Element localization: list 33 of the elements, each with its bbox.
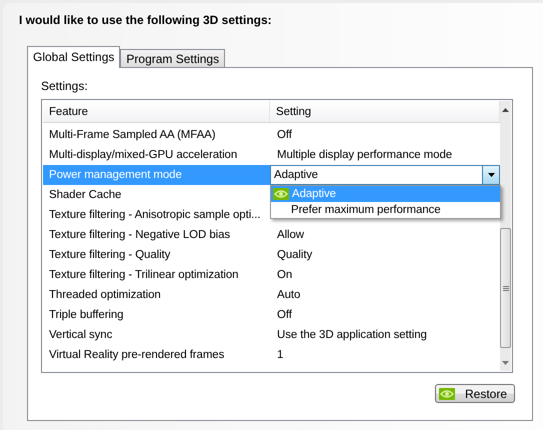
setting-cell-text: Quality bbox=[276, 248, 314, 263]
feature-cell[interactable]: Multi-display/mixed-GPU acceleration bbox=[43, 145, 270, 165]
dropdown-option[interactable]: Prefer maximum performance bbox=[271, 202, 500, 218]
setting-cell-text: Allow bbox=[276, 228, 305, 243]
feature-cell[interactable]: Virtual Reality pre-rendered frames bbox=[43, 345, 270, 365]
feature-cell[interactable]: Vertical sync bbox=[43, 325, 270, 345]
setting-cell-text: 1 bbox=[276, 348, 284, 363]
feature-cell[interactable]: Texture filtering - Trilinear optimization bbox=[43, 265, 270, 285]
feature-cell[interactable]: Texture filtering - Quality bbox=[43, 245, 270, 265]
setting-cell-text: Auto bbox=[276, 288, 302, 303]
caret-icon[interactable] bbox=[488, 173, 494, 177]
feature-cell[interactable]: Texture filtering - Anisotropic sample opti... bbox=[43, 205, 270, 225]
page-heading: I would like to use the following 3D settings: bbox=[19, 13, 273, 27]
setting-cell-text: Off bbox=[276, 308, 293, 323]
setting-cell-text: Use the 3D application setting bbox=[276, 328, 428, 343]
eye-icon bbox=[273, 188, 289, 200]
setting-cell-text: Multiple display performance mode bbox=[276, 148, 454, 163]
restore-button[interactable]: Restore bbox=[435, 384, 515, 403]
scroll-down-icon[interactable] bbox=[502, 360, 509, 364]
feature-cell[interactable]: Threaded optimization bbox=[43, 285, 270, 305]
tab[interactable]: Program Settings bbox=[120, 49, 226, 67]
feature-cell[interactable]: Triple buffering bbox=[43, 305, 270, 325]
setting-cell-text: Off bbox=[276, 128, 293, 143]
feature-cell[interactable]: Texture filtering - Negative LOD bias bbox=[43, 225, 270, 245]
scrollbar[interactable] bbox=[500, 101, 511, 371]
feature-cell[interactable]: Shader Cache bbox=[43, 185, 270, 205]
feature-cell[interactable]: Multi-Frame Sampled AA (MFAA) bbox=[43, 125, 270, 145]
tab[interactable]: Global Settings bbox=[27, 46, 120, 68]
scroll-thumb[interactable] bbox=[500, 228, 511, 348]
setting-cell-text: On bbox=[276, 268, 294, 283]
scroll-up-icon[interactable] bbox=[502, 108, 509, 112]
settings-label: Settings: bbox=[41, 79, 88, 93]
column-header[interactable]: Feature bbox=[43, 101, 270, 122]
